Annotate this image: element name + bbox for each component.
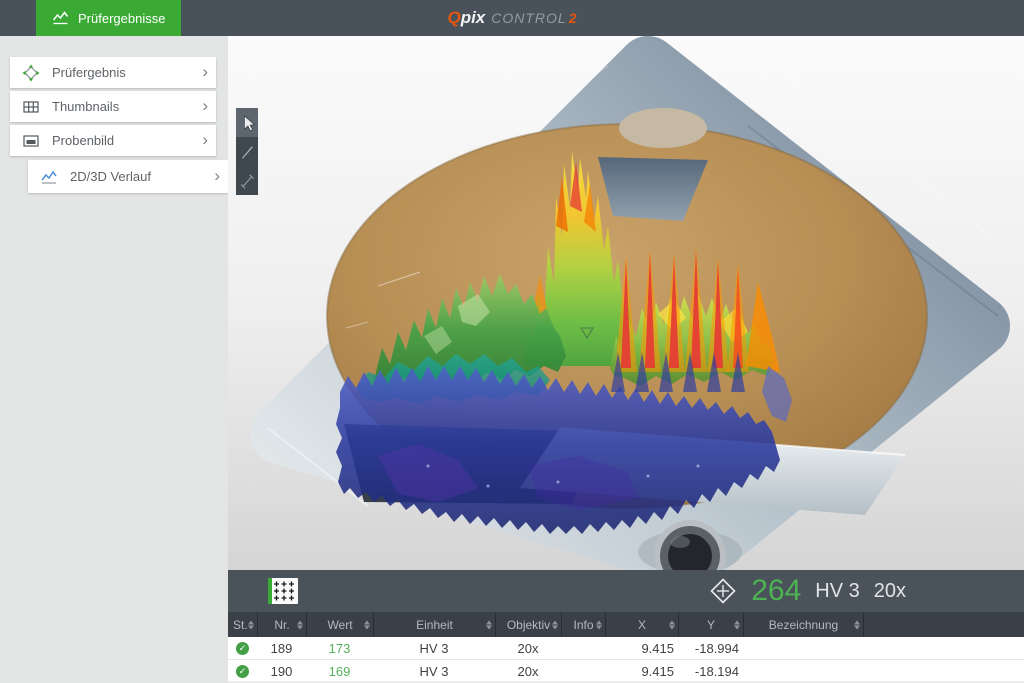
cell-bezeichnung [743, 637, 863, 659]
col-header-x[interactable]: X [605, 612, 678, 637]
cell-nr: 190 [257, 660, 306, 682]
line-chart-icon [40, 168, 58, 186]
col-label: Info [573, 618, 593, 632]
sidebar-item-2d3d-verlauf[interactable]: 2D/3D Verlauf › [28, 160, 228, 193]
cell-x: 9.415 [605, 637, 678, 659]
col-label: Objektiv [507, 618, 550, 632]
viewer-toolstrip [236, 108, 258, 195]
sidebar-item-label: Thumbnails [52, 99, 202, 114]
cell-nr: 189 [257, 637, 306, 659]
measure-tool-icon [239, 170, 255, 192]
cell-wert: 169 [329, 664, 351, 679]
col-header-objektiv[interactable]: Objektiv [495, 612, 561, 637]
col-label: Nr. [274, 618, 289, 632]
cursor-tool-button[interactable] [236, 108, 258, 137]
sort-icon [734, 620, 740, 629]
cursor-icon [239, 112, 255, 134]
col-header-info[interactable]: Info [561, 612, 605, 637]
cell-einheit: HV 3 [373, 637, 495, 659]
sidebar-item-thumbnails[interactable]: Thumbnails › [10, 91, 216, 122]
col-label: X [638, 618, 646, 632]
chevron-right-icon: › [202, 97, 208, 114]
cell-y: -18.194 [678, 660, 743, 682]
image-icon [22, 132, 40, 150]
hardness-value: 264 [751, 574, 801, 608]
sort-icon [552, 620, 558, 629]
col-header-y[interactable]: Y [678, 612, 743, 637]
sort-icon [297, 620, 303, 629]
sort-icon [596, 620, 602, 629]
results-table-header: St. Nr. Wert Einheit Objektiv Info X Y [228, 612, 1024, 637]
chevron-right-icon: › [202, 63, 208, 80]
grid-table-icon [22, 98, 40, 116]
sidebar-item-pruefergebnis[interactable]: Prüfergebnis › [10, 57, 216, 88]
col-label: Y [707, 618, 715, 632]
col-header-filler [863, 612, 1024, 637]
cell-wert: 173 [329, 641, 351, 656]
sort-icon [248, 620, 254, 629]
measure-tool-button[interactable] [236, 166, 258, 195]
logo-pix: pix [461, 8, 486, 28]
sidebar-item-label: Prüfergebnis [52, 65, 202, 80]
cell-info [561, 637, 605, 659]
col-label: Wert [327, 618, 352, 632]
qpix-control-app: Prüfergebnisse Qpix CONTROL 2 Prüfergebn… [0, 0, 1024, 683]
col-header-nr[interactable]: Nr. [257, 612, 306, 637]
cell-bezeichnung [743, 660, 863, 682]
sort-icon [486, 620, 492, 629]
sort-icon [364, 620, 370, 629]
logo-product: CONTROL [491, 10, 566, 26]
logo-q: Q [447, 8, 460, 28]
table-row[interactable]: ✓ 190 169 HV 3 20x 9.415 -18.194 [228, 660, 1024, 683]
grid-pattern-icon [272, 580, 296, 602]
app-header: Prüfergebnisse Qpix CONTROL 2 [0, 0, 1024, 36]
col-label: Einheit [416, 618, 453, 632]
sort-icon [669, 620, 675, 629]
sample-image-viewer[interactable] [228, 36, 1024, 570]
sidebar-item-label: Probenbild [52, 133, 202, 148]
col-header-bezeichnung[interactable]: Bezeichnung [743, 612, 863, 637]
status-toolbar: 264 HV 3 20x [228, 570, 1024, 612]
cell-einheit: HV 3 [373, 660, 495, 682]
sidebar-item-probenbild[interactable]: Probenbild › [10, 125, 216, 156]
line-chart-icon [52, 10, 69, 26]
line-tool-button[interactable] [236, 137, 258, 166]
line-tool-icon [239, 141, 255, 163]
tab-label: Prüfergebnisse [78, 11, 165, 26]
cell-objektiv: 20x [495, 660, 561, 682]
indentation-diamond-icon [22, 64, 40, 82]
col-label: St. [233, 618, 248, 632]
indenter-diamond-icon [709, 577, 737, 605]
chevron-right-icon: › [214, 167, 220, 184]
col-header-wert[interactable]: Wert [306, 612, 373, 637]
tab-pruefergebnisse[interactable]: Prüfergebnisse [36, 0, 181, 36]
sidebar: Prüfergebnis › Thumbnails › Probenbild › [0, 36, 228, 683]
check-icon: ✓ [236, 642, 249, 655]
col-label: Bezeichnung [769, 618, 838, 632]
hardness-scale: HV 3 [815, 580, 859, 603]
cell-y: -18.994 [678, 637, 743, 659]
logo-version: 2 [569, 10, 577, 26]
sidebar-item-label: 2D/3D Verlauf [70, 169, 214, 184]
col-header-st[interactable]: St. [228, 612, 257, 637]
table-row[interactable]: ✓ 189 173 HV 3 20x 9.415 -18.994 [228, 637, 1024, 660]
cell-info [561, 660, 605, 682]
sample-photo-3d-surface [228, 36, 1024, 570]
hardness-reading: 264 HV 3 20x [709, 574, 1024, 608]
chevron-right-icon: › [202, 131, 208, 148]
cell-objektiv: 20x [495, 637, 561, 659]
sort-icon [854, 620, 860, 629]
col-header-einheit[interactable]: Einheit [373, 612, 495, 637]
test-grid-button[interactable] [268, 578, 298, 604]
objective-zoom: 20x [874, 580, 906, 603]
check-icon: ✓ [236, 665, 249, 678]
cell-x: 9.415 [605, 660, 678, 682]
